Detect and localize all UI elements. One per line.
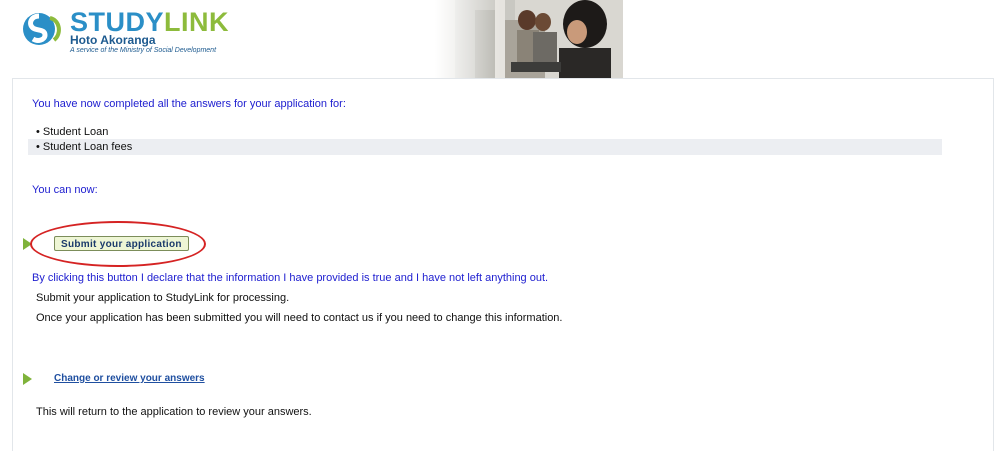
brand-part2: LINK — [164, 7, 230, 37]
submit-arrow-icon — [23, 238, 32, 250]
brand-subtitle: Hoto Akoranga — [70, 33, 156, 47]
submit-application-button[interactable]: Submit your application — [54, 236, 189, 251]
brand-tagline: A service of the Ministry of Social Deve… — [70, 47, 217, 54]
change-info-text: This will return to the application to r… — [36, 406, 312, 418]
application-item-student-loan-fees: • Student Loan fees — [28, 139, 942, 155]
declaration-text: By clicking this button I declare that t… — [32, 272, 549, 284]
studylink-logo-icon — [23, 13, 61, 45]
site-header: STUDYLINK Hoto Akoranga A service of the… — [0, 0, 1000, 78]
application-item-student-loan: • Student Loan — [36, 126, 109, 138]
change-review-answers-link[interactable]: Change or review your answers — [54, 373, 205, 384]
students-photo — [435, 0, 623, 78]
submit-info-1: Submit your application to StudyLink for… — [36, 292, 290, 304]
submit-info-2: Once your application has been submitted… — [36, 312, 563, 324]
completed-message: You have now completed all the answers f… — [32, 98, 346, 110]
you-can-now-label: You can now: — [32, 184, 98, 196]
change-arrow-icon — [23, 373, 32, 385]
